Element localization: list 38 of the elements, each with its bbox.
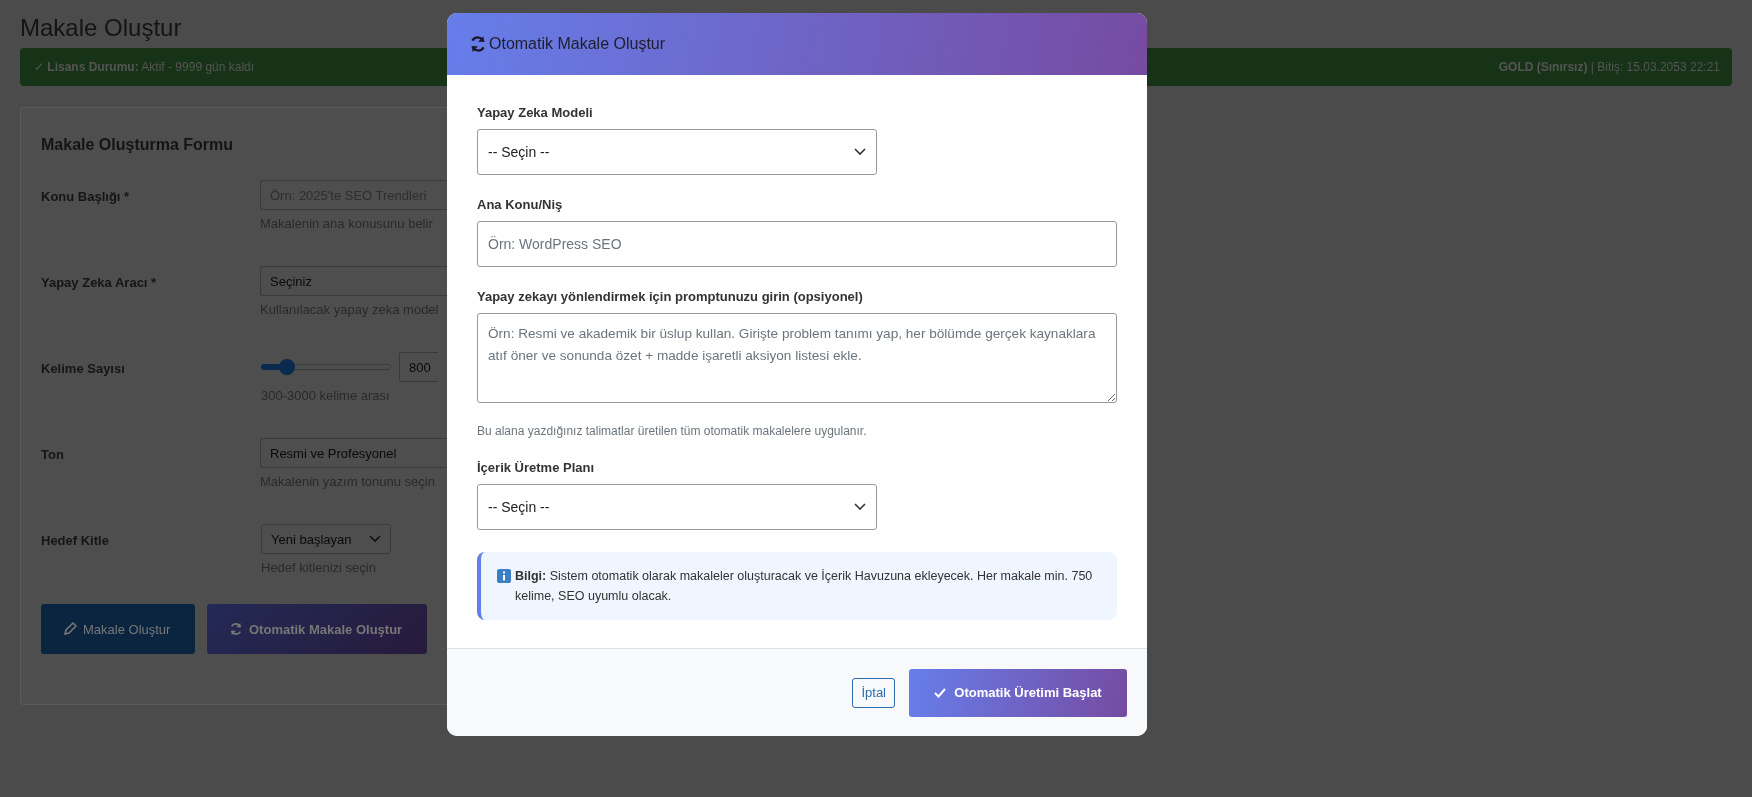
license-status: ✓ Lisans Durumu: Aktif - 9999 gün kaldı xyxy=(34,60,255,74)
refresh-icon xyxy=(469,35,487,53)
pencil-icon xyxy=(63,622,77,636)
select-field[interactable]: Resmi ve Profesyonel xyxy=(260,438,447,468)
select-field[interactable]: -- Seçin -- xyxy=(477,129,877,175)
field-label: Kelime Sayısı xyxy=(41,360,126,378)
field-label: Konu Başlığı * xyxy=(41,188,131,206)
auto-create-button[interactable]: Otomatik Makale Oluştur xyxy=(207,604,427,654)
check-icon xyxy=(934,687,947,698)
help-text: Bu alana yazdığınız talimatlar üretilen tüm otomatik makalelere uygulanır. xyxy=(477,424,868,438)
number-field[interactable]: 800 xyxy=(399,352,438,382)
field-label: Yapay zekayı yönlendirmek için promptunuzu girin (opsiyonel) xyxy=(477,289,864,304)
refresh-icon xyxy=(229,622,243,636)
info-icon xyxy=(497,569,511,583)
text-field[interactable]: Örn: WordPress SEO xyxy=(477,221,1117,267)
select-field[interactable]: Yeni başlayan xyxy=(261,524,391,554)
field-label: İçerik Üretme Planı xyxy=(477,460,596,475)
prompt-textarea[interactable]: Örn: Resmi ve akademik bir üslup kullan. Girişte problem tanımı yap, her bölümde gerçek kaynaklara atıf öner ve sonunda özet + madde işaretli aksiyon listesi ekle. xyxy=(477,313,1117,403)
field-label: Yapay Zeka Aracı * xyxy=(41,274,158,292)
cancel-button[interactable]: İptal xyxy=(852,677,895,708)
license-plan: GOLD (Sınırsız) | Bitiş: 15.03.2053 22:21 xyxy=(1498,60,1720,74)
word-count-slider[interactable] xyxy=(261,359,391,375)
select-field[interactable]: Seçiniz xyxy=(260,266,447,296)
chevron-down-icon xyxy=(854,503,866,511)
slider-thumb[interactable] xyxy=(279,359,295,375)
modal-title: Otomatik Makale Oluştur xyxy=(489,35,666,53)
field-label: Hedef Kitle xyxy=(41,532,110,550)
info-text: Bilgi: Sistem otomatik olarak makaleler oluşturacak ve İçerik Havuzuna ekleyecek. Her makale min. 750 kelime, SEO uyumlu olacak. xyxy=(515,568,1094,605)
start-button[interactable]: Otomatik Üretimi Başlat xyxy=(909,668,1127,717)
chevron-down-icon xyxy=(854,148,866,156)
page-title: Makale Oluştur xyxy=(20,13,182,43)
form-title: Makale Oluşturma Formu xyxy=(41,136,235,154)
field-label: Yapay Zeka Modeli xyxy=(477,105,594,120)
field-label: Ton xyxy=(41,446,65,464)
field-label: Ana Konu/Niş xyxy=(477,197,564,212)
create-article-button[interactable]: Makale Oluştur xyxy=(41,604,195,654)
chevron-down-icon xyxy=(369,535,381,543)
select-field[interactable]: -- Seçin -- xyxy=(477,484,877,530)
